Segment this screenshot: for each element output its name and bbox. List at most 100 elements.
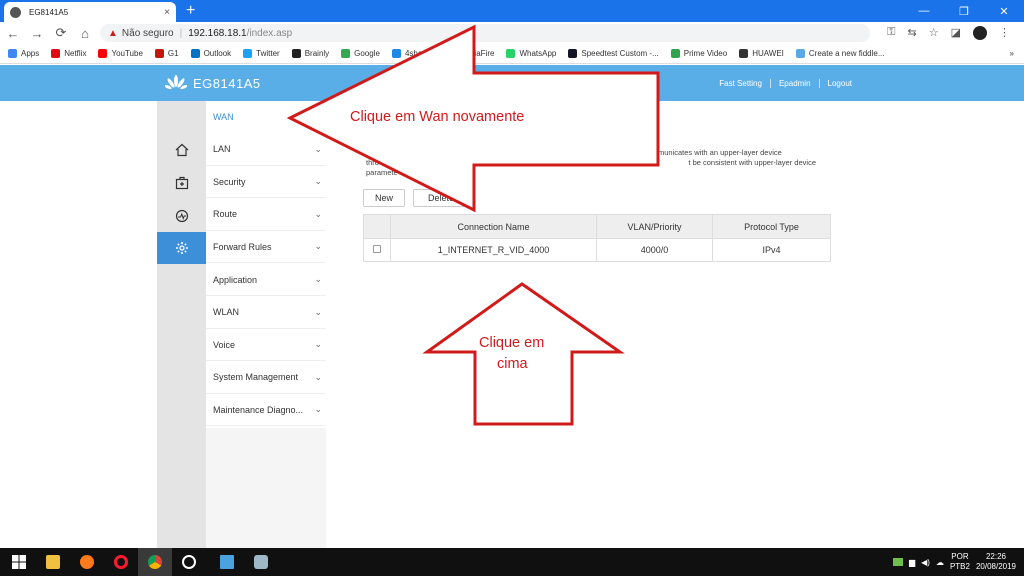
- delete-button[interactable]: Delete: [413, 189, 469, 207]
- firefox-icon[interactable]: [70, 548, 104, 576]
- menu-item-route[interactable]: Route ⌄: [206, 199, 326, 231]
- windows-taskbar: ▆ ◀) ☁ POR PTB2 22:26 20/08/2019: [0, 548, 1024, 576]
- protocol-type-cell: IPv4: [712, 238, 831, 262]
- language-indicator[interactable]: POR PTB2: [950, 552, 970, 572]
- profile-avatar[interactable]: [973, 26, 987, 40]
- opera-icon[interactable]: [104, 548, 138, 576]
- gear-icon[interactable]: [157, 232, 206, 264]
- volume-icon[interactable]: ◀): [921, 558, 930, 567]
- wifi-icon[interactable]: ▆: [909, 558, 915, 567]
- annotation-text: cima: [497, 356, 528, 372]
- menu-item-wlan[interactable]: WLAN ⌄: [206, 297, 326, 329]
- fast-setting-link[interactable]: Fast Setting: [711, 79, 770, 88]
- bookmark-item[interactable]: Netflix: [51, 49, 86, 58]
- star-icon[interactable]: ☆: [929, 26, 939, 40]
- menu-item-voice[interactable]: Voice ⌄: [206, 329, 326, 362]
- bookmark-label: Prime Video: [683, 49, 728, 58]
- windows-start-icon[interactable]: [2, 548, 36, 576]
- bookmark-icon: [739, 49, 749, 58]
- menu-item-application[interactable]: Application ⌄: [206, 264, 326, 296]
- close-tab-icon[interactable]: ×: [164, 7, 170, 18]
- bookmark-label: Speedtest Custom -...: [581, 49, 659, 58]
- bookmark-icon: [8, 49, 17, 58]
- bookmarks-more-button[interactable]: »: [1010, 49, 1024, 58]
- bookmark-label: 4shared: [404, 49, 434, 58]
- bookmark-icon: [506, 49, 516, 58]
- menu-item-label: System Management: [213, 372, 299, 383]
- security-label[interactable]: Não seguro: [122, 28, 174, 39]
- bookmark-item[interactable]: Brainly: [291, 49, 329, 58]
- file-explorer-icon[interactable]: [36, 548, 70, 576]
- bookmark-label: Outlook: [203, 49, 232, 58]
- bookmark-label: YouTube: [111, 49, 143, 58]
- menu-item-wan[interactable]: WAN: [206, 101, 326, 133]
- close-window-button[interactable]: ✕: [984, 0, 1024, 22]
- row-checkbox-cell[interactable]: [363, 238, 391, 262]
- network-icon[interactable]: [892, 558, 903, 566]
- menu-item-system-management[interactable]: System Management ⌄: [206, 362, 326, 394]
- menu-item-label: WAN: [213, 112, 234, 122]
- connection-name-cell[interactable]: 1_INTERNET_R_VID_4000: [390, 238, 597, 262]
- menu-item-label: Maintenance Diagno...: [213, 404, 304, 415]
- bookmark-item[interactable]: Twitter: [243, 49, 280, 58]
- menu-item-lan[interactable]: LAN ⌄: [206, 134, 326, 166]
- settings-icon[interactable]: [172, 548, 206, 576]
- bookmark-item[interactable]: Speedtest Custom -...: [568, 49, 659, 58]
- menu-item-maintenance-diagno[interactable]: Maintenance Diagno... ⌄: [206, 394, 326, 427]
- user-link[interactable]: Epadmin: [769, 79, 819, 88]
- chevron-down-icon: ⌄: [314, 371, 322, 382]
- bookmark-label: HUAWEI: [752, 49, 784, 58]
- address-bar[interactable]: ▲ Não seguro | 192.168.18.1 /index.asp: [100, 24, 870, 42]
- bookmark-icon: [98, 49, 108, 58]
- description-line: municates with an upper-layer device: [658, 148, 782, 157]
- bookmark-item[interactable]: WhatsApp: [506, 49, 556, 58]
- bookmark-item[interactable]: MediaFire: [445, 49, 495, 58]
- new-button[interactable]: New: [363, 189, 405, 207]
- bookmark-item[interactable]: G1: [154, 49, 179, 58]
- row-checkbox[interactable]: [373, 245, 381, 253]
- bookmark-label: Google: [354, 49, 380, 58]
- toolbox-icon[interactable]: [157, 167, 206, 199]
- clock[interactable]: 22:26 20/08/2019: [976, 552, 1016, 572]
- menu-icon[interactable]: ⋮: [999, 26, 1010, 40]
- restore-button[interactable]: ❐: [944, 0, 984, 22]
- bookmark-item[interactable]: Google: [341, 49, 380, 58]
- browser-tab-strip: EG8141A5 × + — ❐ ✕: [0, 0, 1024, 22]
- bookmark-item[interactable]: Outlook: [190, 49, 232, 58]
- chevron-down-icon: ⌄: [314, 339, 322, 350]
- menu-item-forward-rules[interactable]: Forward Rules ⌄: [206, 231, 326, 264]
- back-button[interactable]: ←: [2, 26, 24, 41]
- browser-tab[interactable]: EG8141A5 ×: [4, 2, 176, 22]
- bookmark-item[interactable]: YouTube: [98, 49, 143, 58]
- onedrive-icon[interactable]: ☁: [936, 558, 944, 567]
- bookmark-item[interactable]: Create a new fiddle...: [795, 49, 885, 58]
- reload-button[interactable]: ⟳: [50, 25, 72, 41]
- menu-item-label: Forward Rules: [213, 241, 272, 252]
- logout-link[interactable]: Logout: [818, 79, 860, 88]
- bookmark-item[interactable]: Prime Video: [670, 49, 728, 58]
- chrome-icon[interactable]: [138, 548, 172, 576]
- extension-icon[interactable]: ◪: [951, 26, 961, 40]
- table-row[interactable]: 1_INTERNET_R_VID_4000 4000/0 IPv4: [363, 238, 831, 262]
- bookmark-item[interactable]: HUAWEI: [739, 49, 784, 58]
- home-icon[interactable]: [157, 134, 206, 166]
- new-tab-button[interactable]: +: [186, 1, 195, 21]
- gauge-icon[interactable]: [157, 200, 206, 232]
- bookmark-label: Create a new fiddle...: [808, 49, 885, 58]
- system-tray: ▆ ◀) ☁ POR PTB2 22:26 20/08/2019: [892, 552, 1016, 572]
- header-links: Fast Setting Epadmin Logout: [711, 79, 860, 88]
- minimize-button[interactable]: —: [904, 0, 944, 22]
- icon-sidebar: [157, 101, 206, 548]
- header-vlan-priority: VLAN/Priority: [596, 214, 713, 239]
- bookmark-item[interactable]: 4shared: [391, 49, 434, 58]
- bookmark-label: MediaFire: [458, 49, 495, 58]
- home-button[interactable]: ⌂: [74, 26, 96, 41]
- key-icon[interactable]: ⚿: [887, 26, 895, 40]
- app-icon[interactable]: [244, 548, 278, 576]
- translate-icon[interactable]: ⇆: [908, 26, 917, 40]
- menu-item-security[interactable]: Security ⌄: [206, 166, 326, 199]
- chevron-down-icon: ⌄: [314, 176, 322, 187]
- remote-desktop-icon[interactable]: [210, 548, 244, 576]
- forward-button[interactable]: →: [26, 26, 48, 41]
- bookmark-item[interactable]: Apps: [8, 49, 39, 58]
